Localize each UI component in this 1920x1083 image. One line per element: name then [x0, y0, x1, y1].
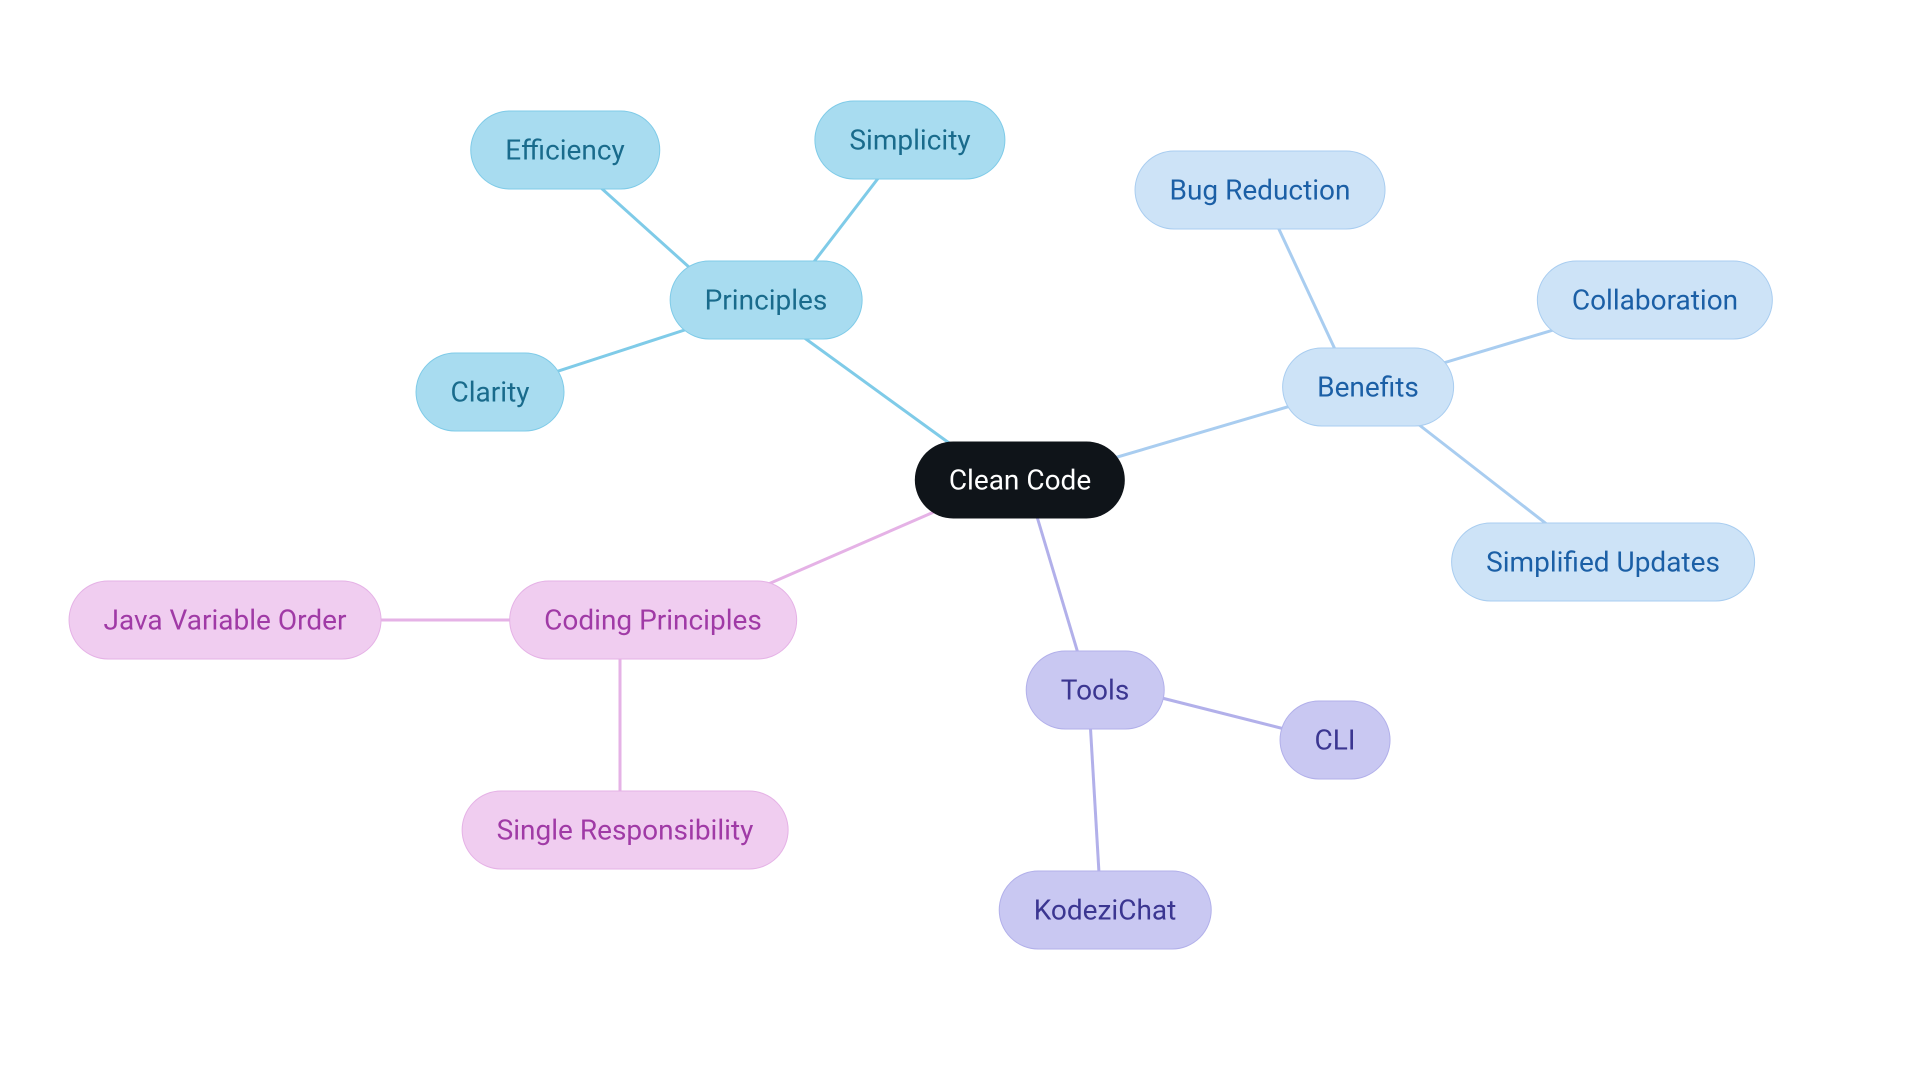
node-collaboration-label: Collaboration: [1572, 284, 1738, 317]
node-efficiency-label: Efficiency: [505, 134, 625, 167]
node-single-responsibility-label: Single Responsibility: [497, 814, 754, 847]
node-simplified-updates[interactable]: Simplified Updates: [1451, 523, 1755, 602]
node-bug-reduction[interactable]: Bug Reduction: [1135, 151, 1386, 230]
node-cli[interactable]: CLI: [1280, 701, 1391, 780]
node-principles[interactable]: Principles: [670, 261, 863, 340]
node-cli-label: CLI: [1315, 724, 1356, 757]
node-simplified-updates-label: Simplified Updates: [1486, 546, 1720, 579]
node-java-variable-order-label: Java Variable Order: [104, 604, 347, 637]
node-coding-principles-label: Coding Principles: [544, 604, 762, 637]
node-clarity-label: Clarity: [451, 376, 530, 409]
node-kodezichat[interactable]: KodeziChat: [999, 871, 1212, 950]
node-benefits-label: Benefits: [1317, 371, 1419, 404]
node-java-variable-order[interactable]: Java Variable Order: [69, 581, 382, 660]
node-coding-principles[interactable]: Coding Principles: [509, 581, 797, 660]
node-efficiency[interactable]: Efficiency: [470, 111, 660, 190]
node-kodezichat-label: KodeziChat: [1034, 894, 1177, 927]
node-clarity[interactable]: Clarity: [416, 353, 565, 432]
node-root-label: Clean Code: [949, 464, 1091, 497]
node-simplicity[interactable]: Simplicity: [814, 101, 1005, 180]
node-root[interactable]: Clean Code: [915, 442, 1125, 519]
node-single-responsibility[interactable]: Single Responsibility: [462, 791, 789, 870]
node-bug-reduction-label: Bug Reduction: [1170, 174, 1351, 207]
node-principles-label: Principles: [705, 284, 828, 317]
node-tools[interactable]: Tools: [1026, 651, 1165, 730]
node-tools-label: Tools: [1061, 674, 1130, 707]
node-simplicity-label: Simplicity: [849, 124, 970, 157]
node-collaboration[interactable]: Collaboration: [1537, 261, 1773, 340]
node-benefits[interactable]: Benefits: [1282, 348, 1454, 427]
